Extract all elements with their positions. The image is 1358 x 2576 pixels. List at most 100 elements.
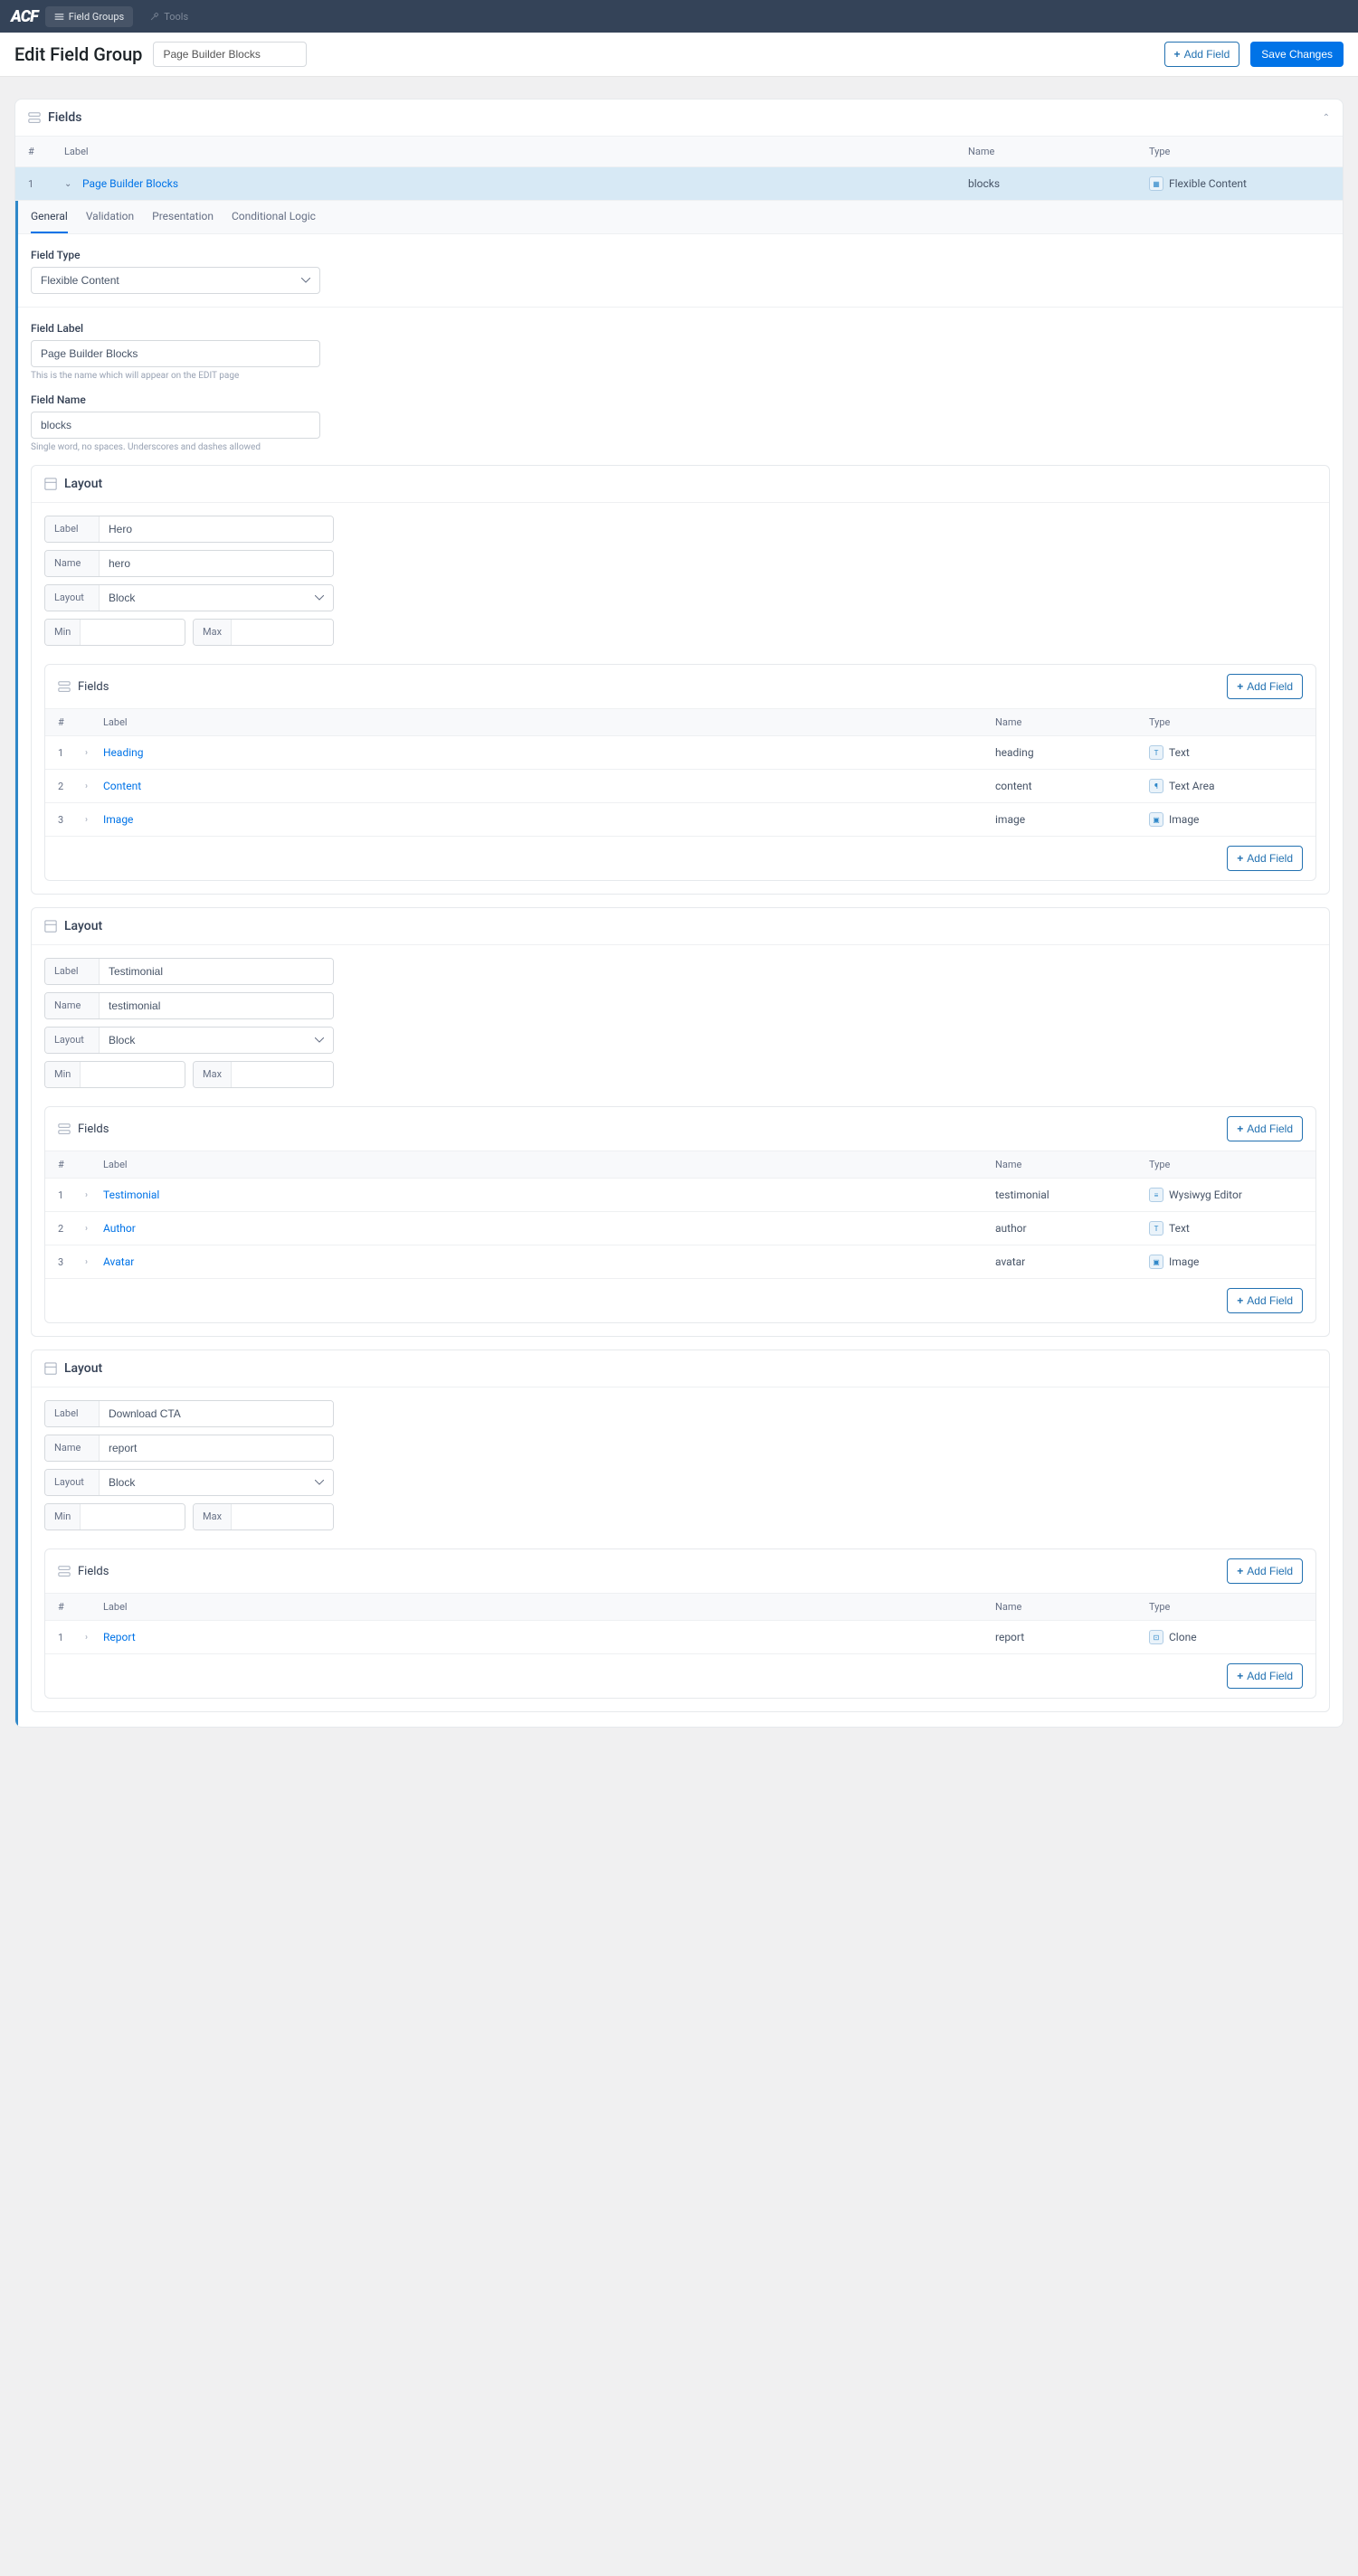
tab-conditional[interactable]: Conditional Logic: [232, 201, 316, 233]
nested-row[interactable]: 1 › Report report ⊡Clone: [45, 1621, 1315, 1654]
field-type-select[interactable]: Flexible Content: [31, 267, 320, 294]
layout-display-select[interactable]: Block: [100, 1028, 333, 1053]
logo: ACF: [11, 7, 38, 26]
layout-header[interactable]: Layout: [32, 466, 1329, 503]
nested-row[interactable]: 1 › Heading heading TText: [45, 736, 1315, 770]
add-field-button[interactable]: +Add Field: [1227, 1116, 1303, 1141]
layout-display-select[interactable]: Block: [100, 1470, 333, 1495]
layout-label-input[interactable]: [100, 1401, 333, 1426]
field-expanded: General Validation Presentation Conditio…: [15, 201, 1343, 1727]
chevron-up-icon[interactable]: ⌃: [1323, 113, 1330, 123]
nested-row[interactable]: 3 › Avatar avatar ▣Image: [45, 1245, 1315, 1279]
chevron-down-icon[interactable]: ⌄: [64, 179, 82, 189]
layout-icon: [44, 920, 57, 933]
nested-row[interactable]: 2 › Content content ¶Text Area: [45, 770, 1315, 803]
row-label[interactable]: Report: [103, 1631, 995, 1643]
add-field-button[interactable]: +Add Field: [1227, 846, 1303, 871]
nested-footer: +Add Field: [45, 1279, 1315, 1322]
row-label[interactable]: Author: [103, 1222, 995, 1235]
col-label: Label: [64, 146, 968, 157]
type-icon: ▣: [1149, 1255, 1163, 1269]
hint: This is the name which will appear on th…: [31, 371, 1330, 381]
nav-label: Field Groups: [69, 11, 125, 23]
type-icon: ⊡: [1149, 1630, 1163, 1644]
layout-display-select[interactable]: Block: [100, 585, 333, 611]
field-name-input[interactable]: [31, 412, 320, 439]
chevron-right-icon[interactable]: ›: [85, 748, 103, 758]
nested-row[interactable]: 2 › Author author TText: [45, 1212, 1315, 1245]
row-name: avatar: [995, 1255, 1149, 1268]
nav-field-groups[interactable]: Field Groups: [45, 6, 134, 27]
field-label-input[interactable]: [31, 340, 320, 367]
plus-icon: +: [1237, 1565, 1243, 1577]
layout-max-input[interactable]: [232, 1504, 334, 1530]
tab-presentation[interactable]: Presentation: [152, 201, 214, 233]
top-nav: ACF Field Groups Tools: [0, 0, 1358, 33]
nested-table-header: # Label Name Type: [45, 1151, 1315, 1179]
chevron-right-icon[interactable]: ›: [85, 1224, 103, 1234]
chevron-right-icon[interactable]: ›: [85, 1633, 103, 1643]
chevron-right-icon[interactable]: ›: [85, 781, 103, 791]
label: Add Field: [1184, 48, 1230, 61]
add-field-button[interactable]: +Add Field: [1227, 674, 1303, 699]
layout-label-input[interactable]: [100, 516, 333, 542]
row-label[interactable]: Avatar: [103, 1255, 995, 1268]
chevron-right-icon[interactable]: ›: [85, 1257, 103, 1267]
row-label[interactable]: Image: [103, 813, 995, 826]
card-title: Fields: [48, 110, 81, 125]
layout-header[interactable]: Layout: [32, 908, 1329, 945]
row-num: 1: [58, 1189, 85, 1201]
col-label: Label: [103, 1601, 995, 1613]
label: Name: [45, 551, 100, 576]
layout-max-input[interactable]: [232, 1062, 334, 1087]
row-label[interactable]: Page Builder Blocks: [82, 177, 968, 190]
layout-name-row: Name: [44, 1435, 334, 1462]
wrench-icon: [149, 12, 159, 22]
col-name: Name: [995, 1601, 1149, 1613]
chevron-right-icon[interactable]: ›: [85, 815, 103, 825]
label: Min: [45, 620, 81, 645]
nested-table-header: # Label Name Type: [45, 709, 1315, 736]
layout-max-input[interactable]: [232, 620, 334, 645]
col-num: #: [58, 716, 85, 728]
tab-general[interactable]: General: [31, 201, 68, 233]
layout-min-input[interactable]: [81, 620, 185, 645]
row-num: 3: [58, 1256, 85, 1268]
row-label[interactable]: Testimonial: [103, 1189, 995, 1201]
layout-name-input[interactable]: [100, 1435, 333, 1461]
layout-label-row: Label: [44, 516, 334, 543]
layout-label-input[interactable]: [100, 959, 333, 984]
layout-icon: [44, 478, 57, 490]
layout-min-row: Min: [44, 619, 185, 646]
nav-tools[interactable]: Tools: [140, 6, 197, 27]
add-field-button[interactable]: +Add Field: [1227, 1558, 1303, 1584]
page-title: Edit Field Group: [14, 43, 142, 65]
table-header: # Label Name Type: [15, 137, 1343, 167]
row-label[interactable]: Heading: [103, 746, 995, 759]
plus-icon: +: [1237, 1122, 1243, 1135]
tab-validation[interactable]: Validation: [86, 201, 134, 233]
layout-min-input[interactable]: [81, 1504, 185, 1530]
flexible-content-icon: ▦: [1149, 176, 1163, 191]
add-field-button[interactable]: +Add Field: [1227, 1663, 1303, 1689]
row-label[interactable]: Content: [103, 780, 995, 792]
hint: Single word, no spaces. Underscores and …: [31, 442, 1330, 452]
add-field-button[interactable]: +Add Field: [1164, 42, 1240, 67]
row-num: 1: [28, 178, 64, 190]
add-field-button[interactable]: +Add Field: [1227, 1288, 1303, 1313]
layout-header[interactable]: Layout: [32, 1350, 1329, 1387]
card-header[interactable]: Fields ⌃: [15, 99, 1343, 137]
save-button[interactable]: Save Changes: [1250, 42, 1344, 67]
title-input[interactable]: [153, 42, 307, 67]
row-name: blocks: [968, 177, 1149, 190]
layout-label-row: Label: [44, 1400, 334, 1427]
layout-name-input[interactable]: [100, 551, 333, 576]
nested-row[interactable]: 3 › Image image ▣Image: [45, 803, 1315, 837]
nested-header: Fields +Add Field: [45, 1107, 1315, 1151]
layout-name-input[interactable]: [100, 993, 333, 1018]
col-label: Label: [103, 716, 995, 728]
layout-min-input[interactable]: [81, 1062, 185, 1087]
field-row[interactable]: 1 ⌄ Page Builder Blocks blocks ▦Flexible…: [15, 167, 1343, 201]
chevron-right-icon[interactable]: ›: [85, 1190, 103, 1200]
nested-row[interactable]: 1 › Testimonial testimonial ≡Wysiwyg Edi…: [45, 1179, 1315, 1212]
